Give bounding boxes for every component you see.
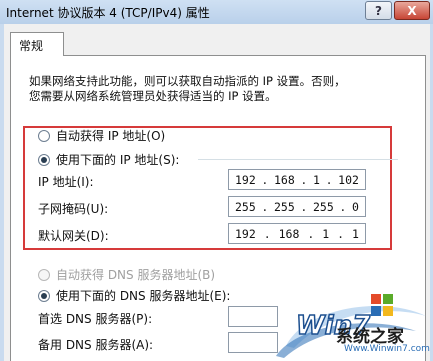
help-button[interactable]: ? <box>365 1 392 20</box>
ip-octet: 1 <box>313 172 320 187</box>
alternate-dns-label: 备用 DNS 服务器(A): <box>38 338 154 352</box>
intro-line-2: 您需要从网络系统管理员处获得适当的 IP 设置。 <box>29 89 277 103</box>
subnet-mask-input[interactable]: 255. 255. 255. 0 <box>228 196 366 217</box>
ip-octet: 192 <box>235 226 256 241</box>
ip-manual-radio[interactable]: 使用下面的 IP 地址(S): <box>38 151 179 168</box>
ip-manual-label: 使用下面的 IP 地址(S): <box>56 153 180 167</box>
radio-indicator-checked <box>38 289 50 302</box>
ip-address-input[interactable]: 192. 168. 1. 102 <box>228 169 366 190</box>
ip-octet: 255 <box>274 199 295 214</box>
ip-octet: 255 <box>235 199 256 214</box>
default-gateway-input[interactable]: 192. 168. 1. 1 <box>228 223 366 244</box>
ip-group-line <box>198 159 398 160</box>
ip-octet: 1 <box>352 226 359 241</box>
title-bar: Internet 协议版本 4 (TCP/IPv4) 属性 ? X <box>0 0 433 24</box>
radio-indicator-checked <box>38 153 50 166</box>
ip-octet: 168 <box>278 226 300 241</box>
ip-address-label: IP 地址(I): <box>38 175 94 189</box>
ip-octet: 1 <box>322 226 330 241</box>
default-gateway-label: 默认网关(D): <box>38 229 109 243</box>
tab-general[interactable]: 常规 <box>10 32 64 56</box>
dns-auto-radio: 自动获得 DNS 服务器地址(B) <box>38 266 215 283</box>
intro-line-1: 如果网络支持此功能，则可以获取自动指派的 IP 设置。否则， <box>29 74 346 88</box>
ip-octet: 0 <box>352 199 359 214</box>
dns-manual-label: 使用下面的 DNS 服务器地址(E): <box>56 289 231 303</box>
ip-octet: 168 <box>274 172 295 187</box>
ip-octet: 192 <box>235 172 256 187</box>
ip-octet: 255 <box>313 199 334 214</box>
ip-octet: 102 <box>338 172 359 187</box>
subnet-mask-label: 子网掩码(U): <box>38 202 109 216</box>
dns-manual-radio[interactable]: 使用下面的 DNS 服务器地址(E): <box>38 287 230 304</box>
intro-text: 如果网络支持此功能，则可以获取自动指派的 IP 设置。否则， 您需要从网络系统管… <box>29 74 419 104</box>
close-button[interactable]: X <box>394 1 430 20</box>
radio-indicator <box>38 268 50 281</box>
dns-auto-label: 自动获得 DNS 服务器地址(B) <box>56 268 216 282</box>
window-title: Internet 协议版本 4 (TCP/IPv4) 属性 <box>6 6 210 20</box>
preferred-dns-label: 首选 DNS 服务器(P): <box>38 312 153 326</box>
watermark-url: Www.Winwin7.com <box>344 344 430 354</box>
